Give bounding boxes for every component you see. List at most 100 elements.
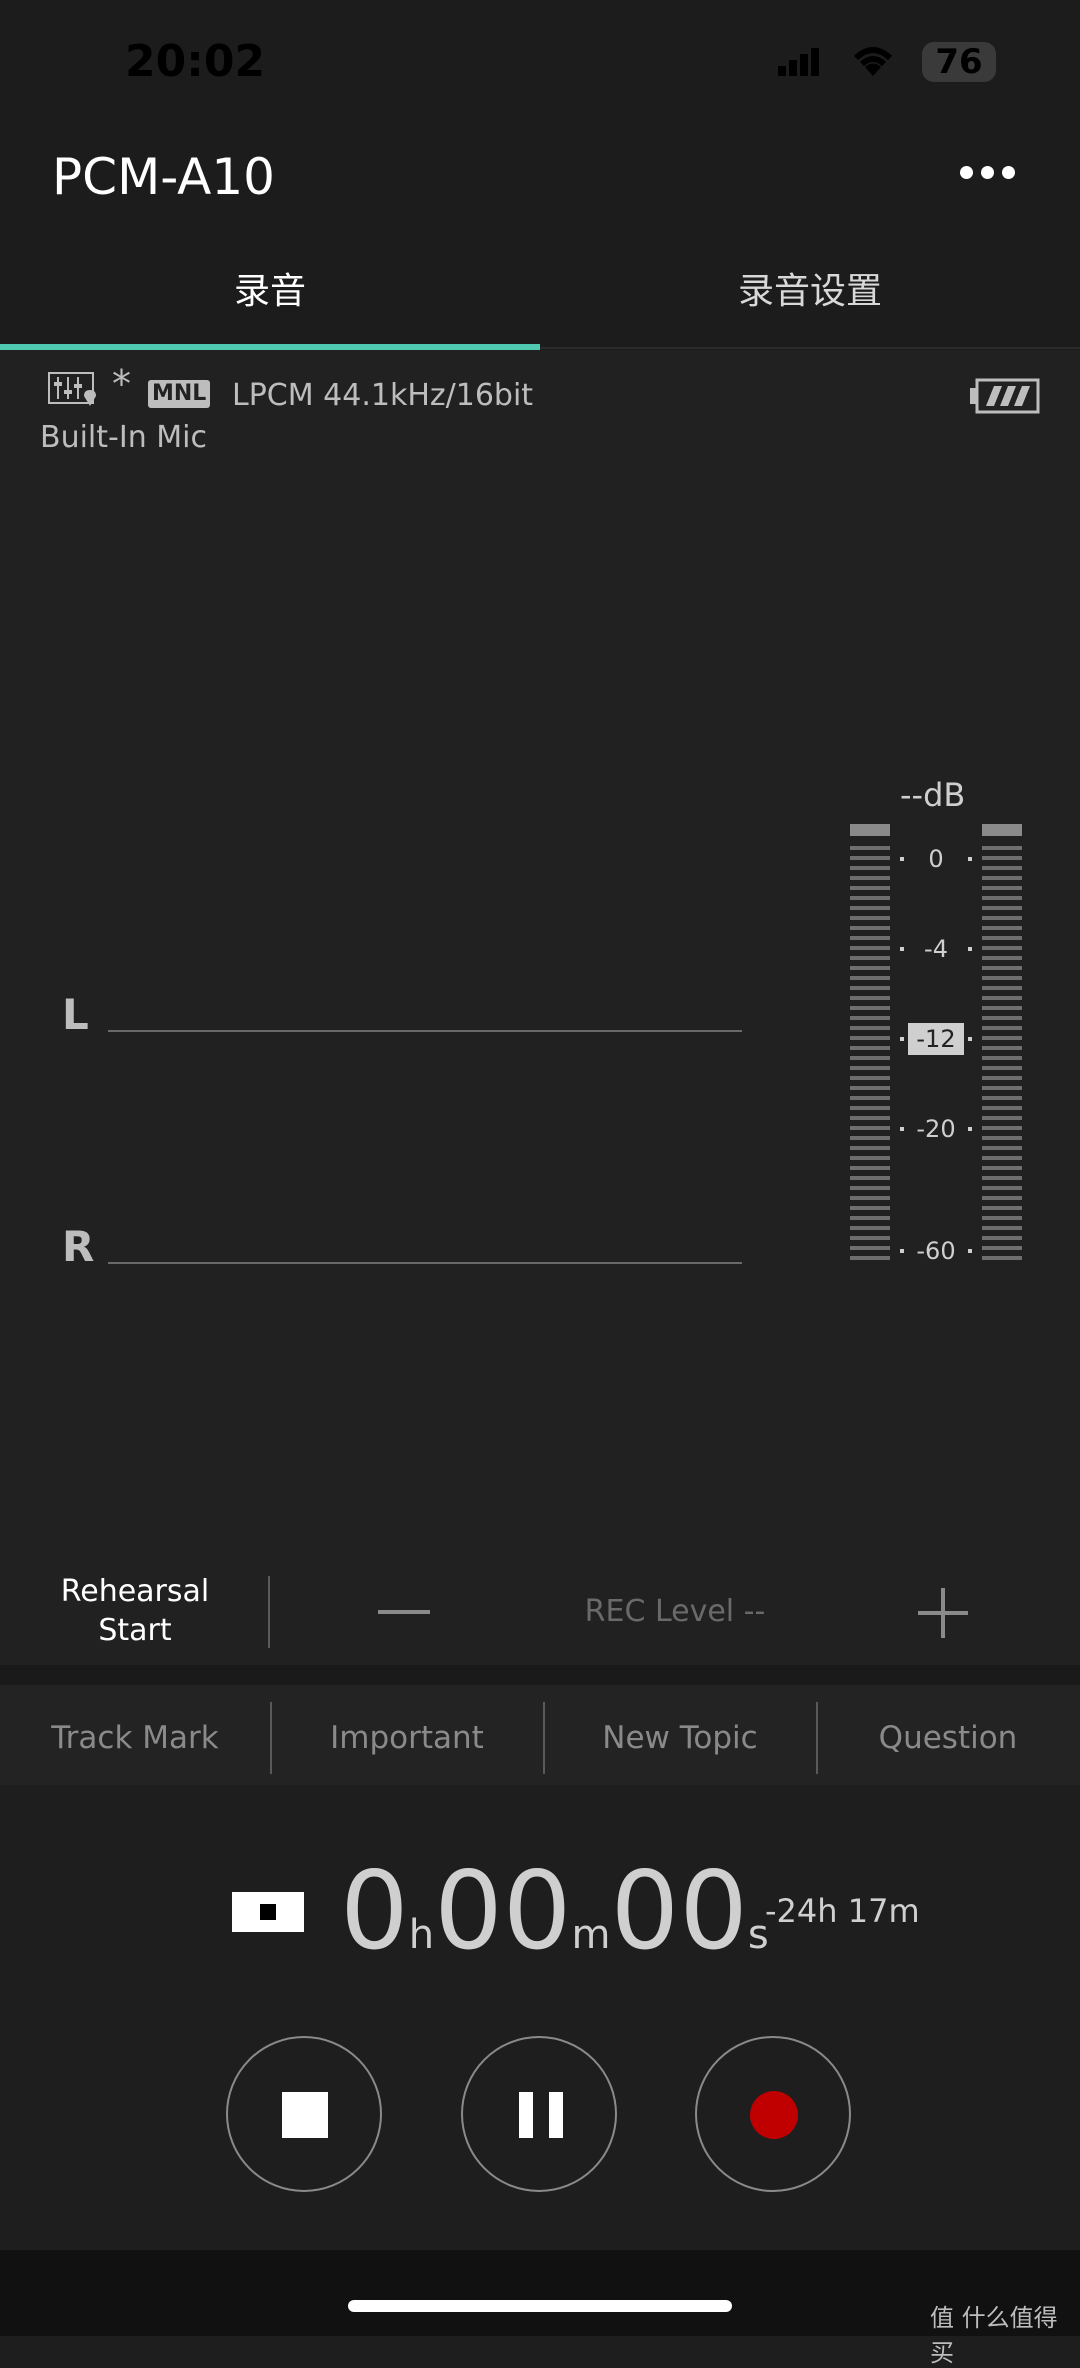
rec-level-text: REC Level -- <box>584 1594 766 1629</box>
meter-segment <box>982 876 1022 880</box>
pause-icon <box>519 2092 563 2138</box>
divider <box>268 1576 270 1648</box>
meter-segment <box>850 916 890 920</box>
meter-segment <box>982 1126 1022 1130</box>
meter-segment <box>850 1156 890 1160</box>
meter-segment <box>850 1066 890 1070</box>
more-icon[interactable] <box>960 160 1020 184</box>
meter-segment <box>982 1156 1022 1160</box>
meter-segment <box>850 1176 890 1180</box>
home-indicator[interactable] <box>348 2300 732 2312</box>
meter-segment <box>982 1186 1022 1190</box>
meter-segment <box>850 1016 890 1020</box>
status-battery: 76 <box>922 42 996 82</box>
meter-segment <box>850 966 890 970</box>
meter-segment <box>850 946 890 950</box>
meter-segment <box>982 1066 1022 1070</box>
meter-segment <box>850 1196 890 1200</box>
asterisk-indicator: * <box>112 362 131 406</box>
meter-segment <box>982 1076 1022 1080</box>
meter-segment <box>850 856 890 860</box>
meter-segment <box>982 1256 1022 1260</box>
tab-record[interactable]: 录音 <box>0 262 540 314</box>
rec-level-decrease-button[interactable] <box>378 1610 430 1614</box>
meter-segment <box>982 956 1022 960</box>
rec-level-increase-button[interactable] <box>918 1588 968 1638</box>
meter-segment <box>850 1256 890 1260</box>
tab-record-settings[interactable]: 录音设置 <box>540 262 1080 314</box>
question-mark-button[interactable]: Question <box>813 1720 1080 1756</box>
record-button[interactable] <box>695 2036 851 2192</box>
new-topic-mark-button[interactable]: New Topic <box>545 1720 815 1756</box>
meter-segment <box>982 1226 1022 1230</box>
meter-segment <box>982 946 1022 950</box>
left-channel-label: L <box>62 990 89 1039</box>
meter-tick-selected: -12 <box>900 1023 972 1055</box>
meter-segment <box>982 866 1022 870</box>
left-channel-waveform <box>108 1030 742 1032</box>
meter-segment <box>850 1136 890 1140</box>
level-meter-left <box>850 824 890 1262</box>
meter-segment <box>982 966 1022 970</box>
meter-segment <box>850 906 890 910</box>
pause-button[interactable] <box>461 2036 617 2192</box>
counter-minutes-unit: m <box>571 1912 611 1958</box>
meter-segment <box>982 1206 1022 1210</box>
meter-segment <box>850 1216 890 1220</box>
meter-segment <box>850 896 890 900</box>
meter-segment <box>850 986 890 990</box>
counter-hours: 0 <box>340 1849 409 1974</box>
battery-icon <box>970 378 1040 414</box>
meter-segment <box>982 986 1022 990</box>
meter-segment <box>982 1106 1022 1110</box>
meter-segment <box>982 936 1022 940</box>
level-meter-right <box>982 824 1022 1262</box>
meter-segment <box>982 1196 1022 1200</box>
counter-seconds: 00 <box>610 1849 748 1974</box>
meter-segment <box>850 1166 890 1170</box>
meter-segment <box>850 1106 890 1110</box>
stopped-state-icon <box>232 1892 304 1932</box>
rehearsal-start-button[interactable]: Rehearsal Start <box>40 1572 230 1650</box>
meter-segment <box>850 886 890 890</box>
meter-segment <box>982 1026 1022 1030</box>
meter-segment <box>982 996 1022 1000</box>
rehearsal-label-line2: Start <box>98 1613 172 1648</box>
meter-segment <box>850 926 890 930</box>
meter-tick: 0 <box>900 845 972 873</box>
meter-segment <box>982 1176 1022 1180</box>
meter-segment <box>982 1006 1022 1010</box>
meter-segment <box>850 1186 890 1190</box>
remaining-time-text: -24h 17m <box>765 1892 920 1930</box>
stop-icon <box>282 2092 328 2138</box>
db-readout: --dB <box>900 776 966 814</box>
rehearsal-label-line1: Rehearsal <box>60 1574 210 1609</box>
watermark: 值 什么值得买 <box>930 2304 1058 2367</box>
meter-segment <box>850 996 890 1000</box>
meter-segment <box>850 846 890 850</box>
meter-segment <box>982 1136 1022 1140</box>
meter-tick: -60 <box>900 1237 972 1265</box>
counter-minutes: 00 <box>434 1849 572 1974</box>
stop-button[interactable] <box>226 2036 382 2192</box>
right-channel-waveform <box>108 1262 742 1264</box>
meter-segment <box>850 956 890 960</box>
meter-segment <box>850 1116 890 1120</box>
meter-segment <box>982 1016 1022 1020</box>
meter-segment <box>982 1236 1022 1240</box>
meter-segment <box>982 976 1022 980</box>
meter-segment <box>982 906 1022 910</box>
meter-segment <box>982 1036 1022 1040</box>
meter-segment <box>982 1166 1022 1170</box>
track-mark-button[interactable]: Track Mark <box>0 1720 270 1756</box>
meter-segment <box>850 1246 890 1250</box>
counter-hours-unit: h <box>408 1912 435 1958</box>
tab-divider <box>540 347 1080 349</box>
meter-segment <box>850 936 890 940</box>
meter-segment <box>850 1026 890 1030</box>
scene-icon <box>48 372 96 406</box>
meter-segment <box>850 1036 890 1040</box>
meter-segment <box>850 1206 890 1210</box>
elapsed-time-counter: 0h00m00s <box>340 1852 769 1995</box>
important-mark-button[interactable]: Important <box>272 1720 542 1756</box>
